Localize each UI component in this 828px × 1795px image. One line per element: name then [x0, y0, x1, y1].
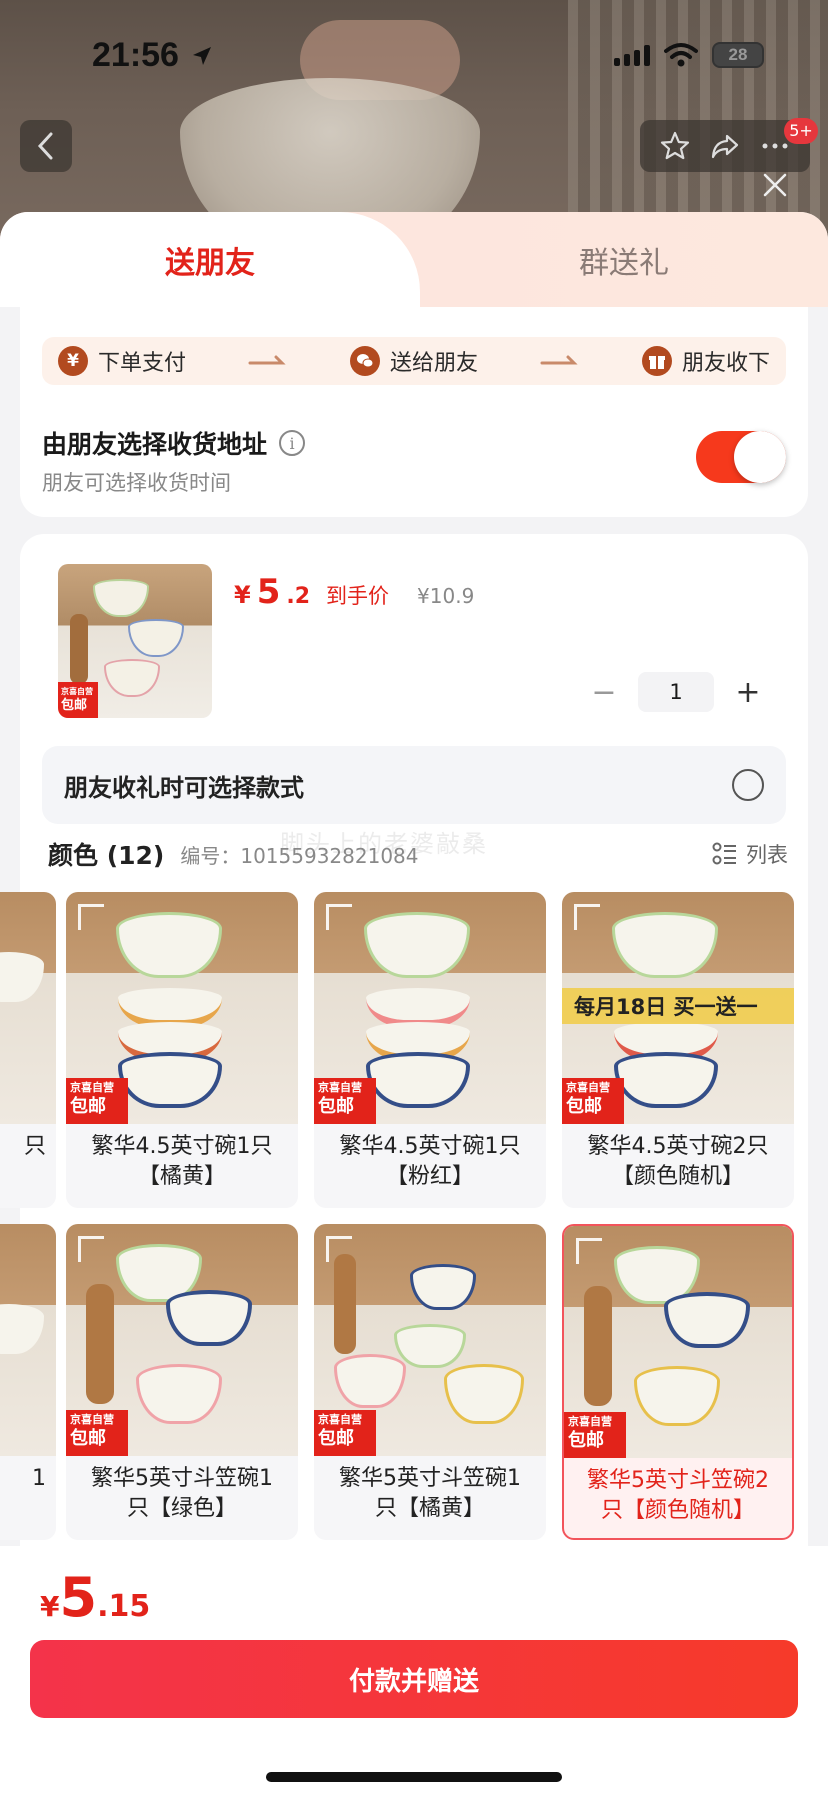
share-icon[interactable]	[709, 130, 741, 162]
list-label: 列表	[746, 843, 788, 867]
price-decimal: .2	[286, 584, 311, 609]
color-header: 颜色 (12) 编号：10155932821084 列表	[48, 834, 788, 874]
expand-icon[interactable]	[574, 904, 600, 930]
message-count-badge: 5+	[784, 118, 818, 144]
battery-icon: 28	[712, 42, 764, 68]
signal-icon	[614, 44, 650, 66]
step-label: 朋友收下	[682, 351, 771, 376]
jd-self-tag: 京喜自营 包邮	[562, 1078, 624, 1124]
chevron-left-icon	[37, 132, 53, 160]
minus-button[interactable]: −	[584, 672, 624, 712]
arrow-right-icon	[186, 354, 350, 368]
list-view-button[interactable]: 列表	[712, 839, 788, 869]
original-price: ¥10.9	[417, 584, 475, 608]
jd-self-tag: 京喜自营 包邮	[564, 1412, 626, 1458]
style-option-label: 朋友收礼时可选择款式	[64, 773, 304, 802]
jd-self-tag: 京喜自营 包邮	[66, 1078, 128, 1124]
total-symbol: ¥	[40, 1590, 60, 1623]
step-label: 下单支付	[98, 351, 187, 376]
expand-icon[interactable]	[326, 904, 352, 930]
variant-name: 繁华5英寸斗笠碗1 只【橘黄】	[339, 1466, 521, 1521]
status-indicators: 28	[614, 42, 764, 68]
jd-self-tag: 京喜自营 包邮	[58, 682, 98, 718]
gift-flow-card: ¥ 下单支付 送给朋友 朋友收下 由朋友选择收货地址 i 朋友可选择收货时间	[20, 307, 808, 517]
arrow-right-icon	[478, 354, 642, 368]
sku-number: 编号：10155932821084	[180, 843, 419, 868]
total-integer: 5	[59, 1566, 98, 1629]
variant-card[interactable]: 京喜自营 包邮 繁华5英寸斗笠碗1 只【绿色】	[66, 1224, 298, 1540]
final-price-label: 到手价	[326, 584, 390, 608]
total-price: ¥ 5 .15	[40, 1566, 150, 1629]
variant-card[interactable]: 京喜自营 包邮 繁华4.5英寸碗1只 【橘黄】	[66, 892, 298, 1208]
battery-level: 28	[728, 45, 748, 64]
list-icon	[712, 842, 736, 865]
gift-tabs: 送朋友 群送礼	[0, 212, 828, 307]
toggle-knob	[734, 431, 786, 483]
variant-name: 繁华4.5英寸碗2只 【颜色随机】	[587, 1134, 769, 1189]
address-option-title: 由朋友选择收货地址 i	[42, 425, 306, 461]
star-icon[interactable]	[659, 130, 691, 162]
step-receive: 朋友收下	[642, 345, 770, 377]
wifi-icon	[664, 43, 698, 67]
checkout-bar: ¥ 5 .15 付款并赠送	[0, 1546, 828, 1795]
variant-card-selected[interactable]: 京喜自营 包邮 繁华5英寸斗笠碗2 只【颜色随机】	[562, 1224, 794, 1540]
address-option-subtitle: 朋友可选择收货时间	[42, 471, 231, 495]
gift-steps: ¥ 下单支付 送给朋友 朋友收下	[42, 337, 786, 385]
gift-icon	[642, 346, 672, 376]
variant-card[interactable]: 每月18日 买一送一 京喜自营 包邮 繁华4.5英寸碗2只 【颜色随机】	[562, 892, 794, 1208]
back-button[interactable]	[20, 120, 72, 172]
status-bar: 21:56 28	[0, 0, 828, 110]
variant-name: 繁华4.5英寸碗1只 【橘黄】	[91, 1134, 273, 1189]
pay-and-gift-button[interactable]: 付款并赠送	[30, 1640, 798, 1718]
step-label: 送给朋友	[390, 351, 479, 376]
close-icon[interactable]	[760, 170, 790, 200]
variant-name: 1	[32, 1466, 46, 1491]
step-send: 送给朋友	[350, 345, 478, 377]
home-indicator	[266, 1772, 562, 1782]
total-decimal: .15	[97, 1589, 151, 1624]
price-line: ¥ 5 .2 到手价 ¥10.9	[234, 572, 474, 612]
expand-icon[interactable]	[78, 904, 104, 930]
variant-card[interactable]: 只	[0, 892, 56, 1208]
expand-icon[interactable]	[78, 1236, 104, 1262]
variant-name: 繁华5英寸斗笠碗1 只【绿色】	[91, 1466, 273, 1521]
tab-group-gift[interactable]: 群送礼	[420, 212, 828, 307]
info-icon[interactable]: i	[279, 430, 306, 456]
variant-name: 繁华5英寸斗笠碗2 只【颜色随机】	[587, 1468, 769, 1523]
color-title: 颜色 (12)	[48, 841, 165, 870]
friend-choose-style-option[interactable]: 朋友收礼时可选择款式	[42, 746, 786, 824]
variant-name: 繁华4.5英寸碗1只 【粉红】	[339, 1134, 521, 1189]
status-time: 21:56	[92, 36, 179, 74]
address-toggle[interactable]	[696, 431, 786, 483]
promo-banner: 每月18日 买一送一	[562, 988, 794, 1024]
variant-card[interactable]: 京喜自营 包邮 繁华5英寸斗笠碗1 只【橘黄】	[314, 1224, 546, 1540]
jd-self-tag: 京喜自营 包邮	[314, 1410, 376, 1456]
address-title-text: 由朋友选择收货地址	[42, 430, 268, 459]
wechat-icon	[350, 346, 380, 376]
tab-send-friend[interactable]: 送朋友	[0, 212, 420, 307]
jd-self-tag: 京喜自营 包邮	[66, 1410, 128, 1456]
jd-self-tag: 京喜自营 包邮	[314, 1078, 376, 1124]
location-arrow-icon	[193, 47, 211, 65]
variant-card[interactable]: 1	[0, 1224, 56, 1540]
variant-card[interactable]: 京喜自营 包邮 繁华4.5英寸碗1只 【粉红】	[314, 892, 546, 1208]
style-option-radio[interactable]	[732, 769, 764, 801]
step-pay: ¥ 下单支付	[58, 345, 186, 377]
quantity-field[interactable]: 1	[638, 672, 714, 712]
variant-name: 只	[23, 1134, 46, 1159]
price-integer: 5	[256, 572, 281, 612]
product-thumbnail[interactable]: 京喜自营 包邮	[58, 564, 212, 718]
price-symbol: ¥	[234, 581, 251, 609]
expand-icon[interactable]	[576, 1238, 602, 1264]
yen-icon: ¥	[58, 346, 88, 376]
plus-button[interactable]: +	[728, 672, 768, 712]
quantity-stepper: − 1 +	[584, 672, 768, 712]
expand-icon[interactable]	[326, 1236, 352, 1262]
